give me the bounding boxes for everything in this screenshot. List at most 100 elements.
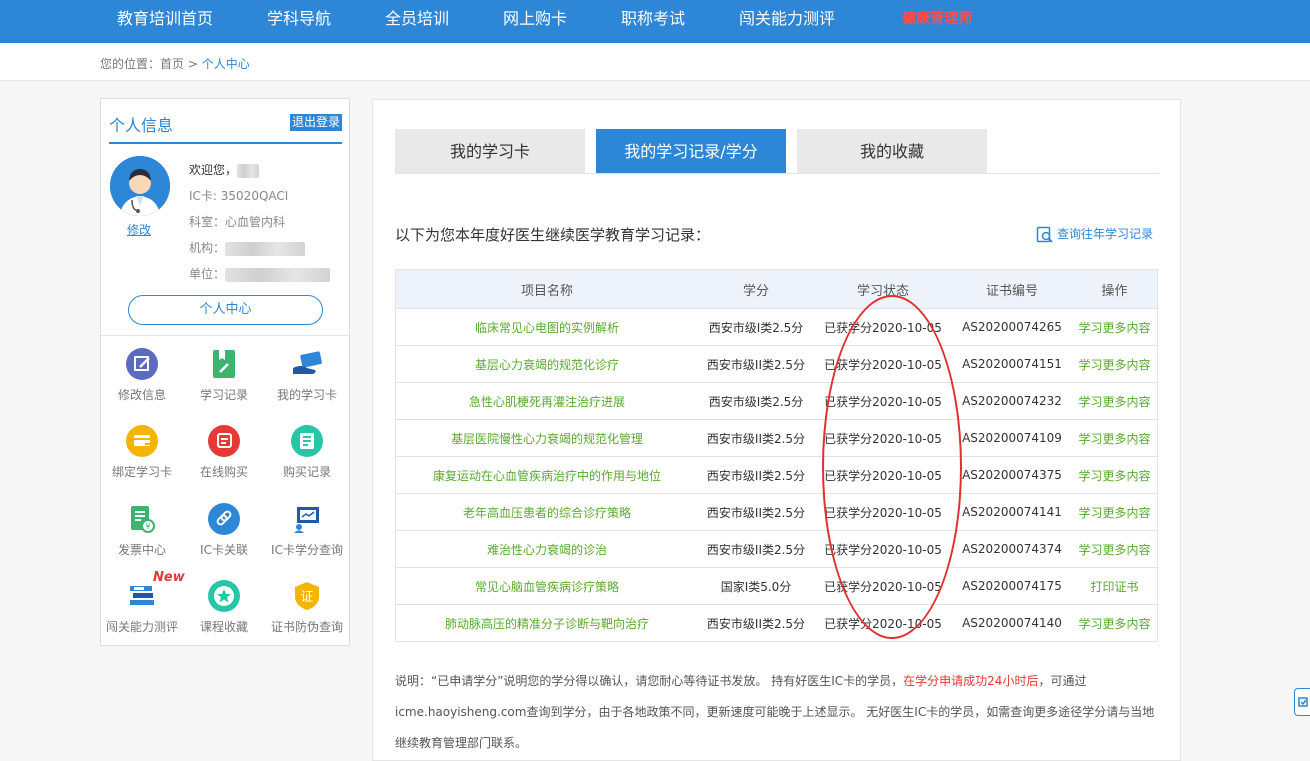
- table-row: 难治性心力衰竭的诊治 西安市级II类2.5分 已获学分2020-10-05 AS…: [396, 531, 1157, 568]
- course-name-link[interactable]: 急性心肌梗死再灌注治疗进展: [396, 383, 698, 419]
- action-link[interactable]: 学习更多内容: [1072, 383, 1157, 419]
- books-icon: [126, 580, 158, 612]
- star-icon: [208, 580, 240, 612]
- credit-cell: 西安市级II类2.5分: [706, 468, 806, 483]
- menu-ability-test-label: 闯关能力测评: [105, 620, 178, 634]
- profile-title: 个人信息: [109, 116, 174, 135]
- menu-study-record[interactable]: 学习记录: [183, 348, 265, 403]
- course-name-link[interactable]: 常见心脑血管疾病诊疗策略: [396, 568, 698, 604]
- action-link[interactable]: 学习更多内容: [1072, 309, 1157, 345]
- nav-item-edu-home[interactable]: 教育培训首页: [117, 0, 213, 40]
- status-cell: 已获学分2020-10-05: [824, 579, 942, 594]
- nav-item-title-exam[interactable]: 职称考试: [621, 0, 685, 40]
- course-name-link[interactable]: 难治性心力衰竭的诊治: [396, 531, 698, 567]
- history-records-label: 查询往年学习记录: [1057, 227, 1154, 241]
- menu-ic-credit-query[interactable]: IC卡学分查询: [266, 503, 348, 558]
- action-link[interactable]: 学习更多内容: [1072, 420, 1157, 456]
- menu-invoice-center-label: 发票中心: [117, 543, 166, 557]
- nav-item-buy-card[interactable]: 网上购卡: [503, 0, 567, 40]
- cert-number-cell: AS20200074109: [962, 431, 1062, 445]
- card-hand-icon: [291, 348, 323, 380]
- cert-number-cell: AS20200074232: [962, 394, 1062, 408]
- menu-purchase-record-label: 购买记录: [282, 465, 331, 479]
- menu-certificate-verify-label: 证书防伪查询: [270, 620, 343, 634]
- course-name-link[interactable]: 基层医院慢性心力衰竭的规范化管理: [396, 420, 698, 456]
- department: 科室：心血管内科: [189, 215, 286, 229]
- status-cell: 已获学分2020-10-05: [824, 357, 942, 372]
- credit-cell: 西安市级II类2.5分: [706, 505, 806, 520]
- credit-cell: 西安市级I类2.5分: [708, 320, 804, 335]
- menu-certificate-verify[interactable]: 证 证书防伪查询: [266, 580, 348, 635]
- course-name-link[interactable]: 肺动脉高压的精准分子诊断与靶向治疗: [396, 605, 698, 641]
- action-link[interactable]: 学习更多内容: [1072, 605, 1157, 641]
- tab-study-records[interactable]: 我的学习记录/学分: [596, 129, 786, 173]
- print-certificate-link[interactable]: 打印证书: [1072, 568, 1157, 604]
- edit-profile-link[interactable]: 修改: [127, 221, 151, 238]
- status-cell: 已获学分2020-10-05: [824, 320, 942, 335]
- course-name-link[interactable]: 临床常见心电图的实例解析: [396, 309, 698, 345]
- nav-item-ability-test[interactable]: 闯关能力测评: [739, 0, 835, 40]
- course-name-link[interactable]: 康复运动在心血管疾病治疗中的作用与地位: [396, 457, 698, 493]
- status-cell: 已获学分2020-10-05: [824, 542, 942, 557]
- nav-item-health-manager[interactable]: 健康管理师: [902, 0, 972, 40]
- action-link[interactable]: 学习更多内容: [1072, 457, 1157, 493]
- course-name-link[interactable]: 基层心力衰竭的规范化诊疗: [396, 346, 698, 382]
- float-service-icon[interactable]: [1294, 688, 1310, 716]
- records-table: 项目名称 学分 学习状态 证书编号 操作 临床常见心电图的实例解析 西安市级I类…: [395, 269, 1158, 642]
- breadcrumb-prefix: 您的位置：: [100, 57, 161, 71]
- course-name-link[interactable]: 老年高血压患者的综合诊疗策略: [396, 494, 698, 530]
- sidebar-divider: [101, 335, 349, 336]
- menu-course-favorites[interactable]: 课程收藏: [183, 580, 265, 635]
- redacted-unit: [225, 267, 331, 282]
- welcome-label: 欢迎您，: [189, 163, 238, 177]
- action-link[interactable]: 学习更多内容: [1072, 346, 1157, 382]
- unit-label: 单位：: [189, 267, 226, 281]
- nav-item-subject-nav[interactable]: 学科导航: [267, 0, 331, 40]
- main-panel: 我的学习卡 我的学习记录/学分 我的收藏 以下为您本年度好医生继续医学教育学习记…: [372, 99, 1181, 761]
- menu-bind-card-label: 绑定学习卡: [111, 465, 172, 479]
- logout-button[interactable]: 退出登录: [290, 114, 343, 131]
- table-row: 临床常见心电图的实例解析 西安市级I类2.5分 已获学分2020-10-05 A…: [396, 309, 1157, 346]
- credit-cell: 西安市级II类2.5分: [706, 357, 806, 372]
- redacted-username: [237, 163, 260, 178]
- organization: 机构：: [189, 239, 306, 256]
- note-highlight: 在学分申请成功24小时后: [903, 674, 1039, 688]
- menu-edit-info-label: 修改信息: [117, 388, 166, 402]
- menu-my-card-label: 我的学习卡: [276, 388, 337, 402]
- menu-invoice-center[interactable]: ¥ 发票中心: [101, 503, 183, 558]
- menu-ic-link[interactable]: IC卡关联: [183, 503, 265, 558]
- unit: 单位：: [189, 265, 331, 282]
- link-icon: [208, 503, 240, 535]
- menu-online-buy[interactable]: 在线购买: [183, 425, 265, 480]
- nav-item-staff-training[interactable]: 全员培训: [385, 0, 449, 40]
- history-records-link[interactable]: 查询往年学习记录: [1036, 225, 1153, 244]
- action-link[interactable]: 学习更多内容: [1072, 531, 1157, 567]
- menu-edit-info[interactable]: 修改信息: [101, 348, 183, 403]
- board-icon: [291, 503, 323, 535]
- menu-my-card[interactable]: 我的学习卡: [266, 348, 348, 403]
- tab-my-favorites[interactable]: 我的收藏: [797, 129, 987, 173]
- menu-purchase-record[interactable]: 购买记录: [266, 425, 348, 480]
- bind-card-icon: [126, 425, 158, 457]
- welcome-text: 欢迎您，: [189, 161, 260, 178]
- cert-number-cell: AS20200074141: [962, 505, 1062, 519]
- credit-cell: 国家I类5.0分: [720, 579, 792, 594]
- top-nav-bar: 教育培训首页 学科导航 全员培训 网上购卡 职称考试 闯关能力测评 健康管理师: [0, 0, 1310, 43]
- action-link[interactable]: 学习更多内容: [1072, 494, 1157, 530]
- status-cell: 已获学分2020-10-05: [824, 505, 942, 520]
- personal-center-button[interactable]: 个人中心: [128, 295, 323, 325]
- menu-ic-link-label: IC卡关联: [200, 543, 248, 557]
- credit-cell: 西安市级II类2.5分: [706, 616, 806, 631]
- menu-ability-test[interactable]: New 闯关能力测评: [101, 570, 185, 635]
- breadcrumb-home-link[interactable]: 首页: [160, 57, 184, 71]
- menu-online-buy-label: 在线购买: [199, 465, 248, 479]
- tab-my-study-card[interactable]: 我的学习卡: [395, 129, 585, 173]
- table-row: 常见心脑血管疾病诊疗策略 国家I类5.0分 已获学分2020-10-05 AS2…: [396, 568, 1157, 605]
- list-icon: [291, 425, 323, 457]
- status-cell: 已获学分2020-10-05: [824, 616, 942, 631]
- table-row: 肺动脉高压的精准分子诊断与靶向治疗 西安市级II类2.5分 已获学分2020-1…: [396, 605, 1157, 641]
- menu-bind-card[interactable]: 绑定学习卡: [101, 425, 183, 480]
- status-cell: 已获学分2020-10-05: [824, 468, 942, 483]
- organization-label: 机构：: [189, 241, 226, 255]
- menu-ic-credit-query-label: IC卡学分查询: [271, 543, 343, 557]
